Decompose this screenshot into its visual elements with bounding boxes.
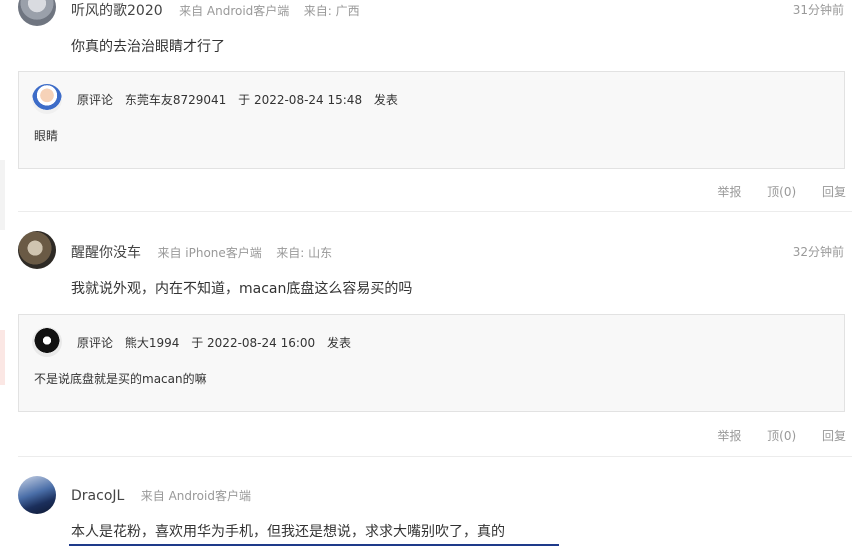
user-name[interactable]: DracoJL [71, 488, 124, 504]
location: 来自: 广西 [303, 4, 360, 18]
quote-time: 于 2022-08-24 15:48 [238, 93, 363, 107]
quote-author[interactable]: 熊大1994 [125, 336, 180, 350]
quote-label: 原评论 [77, 93, 114, 107]
comment-text: 我就说外观，内在不知道，macan底盘这么容易买的吗 [71, 281, 413, 297]
comment-actions: 举报 顶(0) 回复 [695, 427, 846, 444]
quote-header: 原评论 熊大1994 于 2022-08-24 16:00 发表 [77, 334, 359, 351]
client-source: 来自 Android客户端 [179, 4, 290, 18]
reply-button[interactable]: 回复 [822, 185, 846, 199]
quote-header: 原评论 东莞车友8729041 于 2022-08-24 15:48 发表 [77, 91, 406, 108]
quote-author[interactable]: 东莞车友8729041 [125, 93, 226, 107]
report-button[interactable]: 举报 [717, 185, 741, 199]
comment-actions: 举报 顶(0) 回复 [695, 183, 846, 200]
comment-text: 本人是花粉，喜欢用华为手机，但我还是想说，求求大嘴别吹了，真的 [71, 524, 505, 540]
divider [18, 456, 852, 457]
quote-time: 于 2022-08-24 16:00 [191, 336, 316, 350]
quote-label: 原评论 [77, 336, 114, 350]
divider [18, 211, 852, 212]
quote-text: 眼睛 [34, 129, 59, 143]
comment-header: DracoJL 来自 Android客户端 [71, 487, 261, 504]
quote-avatar[interactable] [32, 327, 62, 357]
quote-posted: 发表 [327, 336, 352, 350]
highlight-underline [69, 544, 559, 546]
edge-decoration [0, 330, 5, 385]
user-name[interactable]: 听风的歌2020 [71, 3, 163, 19]
edge-decoration [0, 160, 5, 230]
comment-header: 听风的歌2020 来自 Android客户端 来自: 广西 [71, 0, 370, 20]
quoted-comment: 原评论 熊大1994 于 2022-08-24 16:00 发表 不是说底盘就是… [18, 314, 845, 412]
client-source: 来自 Android客户端 [140, 489, 251, 503]
reply-button[interactable]: 回复 [822, 429, 846, 443]
quote-posted: 发表 [373, 93, 398, 107]
timestamp: 32分钟前 [792, 245, 844, 259]
location: 来自: 山东 [276, 246, 333, 260]
avatar[interactable] [18, 0, 56, 26]
user-name[interactable]: 醒醒你没车 [71, 245, 141, 261]
comment-text: 你真的去治治眼睛才行了 [71, 39, 225, 55]
quote-text: 不是说底盘就是买的macan的嘛 [34, 372, 207, 386]
quote-avatar[interactable] [32, 84, 62, 114]
avatar[interactable] [18, 476, 56, 514]
client-source: 来自 iPhone客户端 [157, 246, 262, 260]
timestamp: 31分钟前 [792, 3, 844, 17]
quoted-comment: 原评论 东莞车友8729041 于 2022-08-24 15:48 发表 眼睛 [18, 71, 845, 169]
report-button[interactable]: 举报 [717, 429, 741, 443]
avatar[interactable] [18, 231, 56, 269]
comment-header: 醒醒你没车 来自 iPhone客户端 来自: 山东 [71, 242, 342, 262]
upvote-button[interactable]: 顶(0) [767, 185, 796, 199]
upvote-button[interactable]: 顶(0) [767, 429, 796, 443]
